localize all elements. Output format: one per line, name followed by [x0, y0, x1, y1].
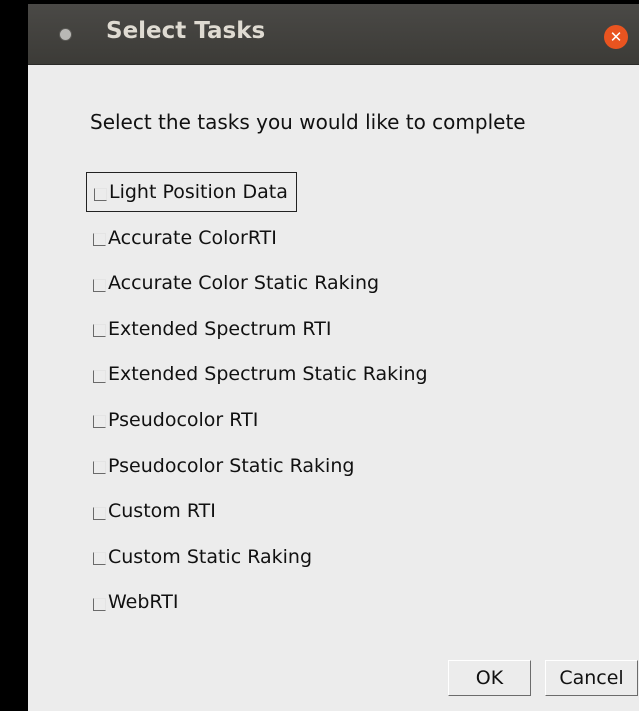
window-menu-icon[interactable]	[60, 29, 71, 40]
task-option[interactable]: Custom RTI	[86, 491, 506, 537]
task-option-inner[interactable]: Extended Spectrum RTI	[86, 309, 339, 349]
checkbox[interactable]	[93, 415, 106, 429]
instruction-text: Select the tasks you would like to compl…	[90, 110, 526, 134]
task-option[interactable]: Pseudocolor RTI	[86, 400, 506, 446]
task-option-inner[interactable]: Accurate Color Static Raking	[86, 263, 387, 303]
task-option-inner[interactable]: Custom RTI	[86, 491, 224, 531]
close-button[interactable]: ✕	[604, 25, 628, 49]
task-option[interactable]: Custom Static Raking	[86, 537, 506, 583]
checkbox[interactable]	[93, 597, 106, 611]
task-option-inner[interactable]: Custom Static Raking	[86, 537, 320, 577]
checkbox[interactable]	[93, 552, 106, 566]
task-option-inner[interactable]: Light Position Data	[86, 172, 297, 212]
task-label: Custom Static Raking	[108, 545, 313, 568]
task-label: Pseudocolor Static Raking	[108, 454, 355, 477]
task-option[interactable]: Accurate ColorRTI	[86, 218, 506, 264]
checkbox[interactable]	[93, 369, 106, 383]
checkbox[interactable]	[93, 278, 106, 292]
task-option[interactable]: Accurate Color Static Raking	[86, 263, 506, 309]
task-label: Pseudocolor RTI	[108, 408, 259, 431]
ok-button[interactable]: OK	[448, 660, 531, 696]
task-option[interactable]: Extended Spectrum RTI	[86, 309, 506, 355]
task-option[interactable]: Pseudocolor Static Raking	[86, 446, 506, 492]
checkbox[interactable]	[93, 324, 106, 338]
title-bar[interactable]: Select Tasks ✕	[28, 4, 639, 65]
checkbox[interactable]	[93, 506, 106, 520]
cancel-button[interactable]: Cancel	[545, 660, 638, 696]
task-label: WebRTI	[108, 591, 179, 614]
task-option-inner[interactable]: Pseudocolor Static Raking	[86, 446, 362, 486]
checkbox[interactable]	[93, 233, 106, 247]
checkbox[interactable]	[93, 461, 106, 475]
select-tasks-dialog: Select Tasks ✕ Select the tasks you woul…	[28, 4, 639, 711]
window-title: Select Tasks	[106, 18, 266, 44]
task-label: Light Position Data	[109, 181, 288, 203]
task-option-inner[interactable]: WebRTI	[86, 582, 186, 622]
task-option[interactable]: Light Position Data	[86, 172, 506, 218]
checkbox[interactable]	[94, 187, 107, 201]
task-label: Extended Spectrum RTI	[108, 317, 332, 340]
task-label: Accurate Color Static Raking	[108, 272, 380, 295]
task-option-inner[interactable]: Extended Spectrum Static Raking	[86, 354, 436, 394]
task-label: Extended Spectrum Static Raking	[108, 363, 428, 386]
task-option-inner[interactable]: Accurate ColorRTI	[86, 218, 285, 258]
task-label: Custom RTI	[108, 500, 216, 523]
task-checkbox-list: Light Position Data Accurate ColorRTI Accu…	[86, 172, 506, 628]
task-option-inner[interactable]: Pseudocolor RTI	[86, 400, 266, 440]
close-icon: ✕	[609, 28, 623, 46]
task-label: Accurate ColorRTI	[108, 226, 277, 249]
task-option[interactable]: Extended Spectrum Static Raking	[86, 354, 506, 400]
task-option[interactable]: WebRTI	[86, 582, 506, 628]
